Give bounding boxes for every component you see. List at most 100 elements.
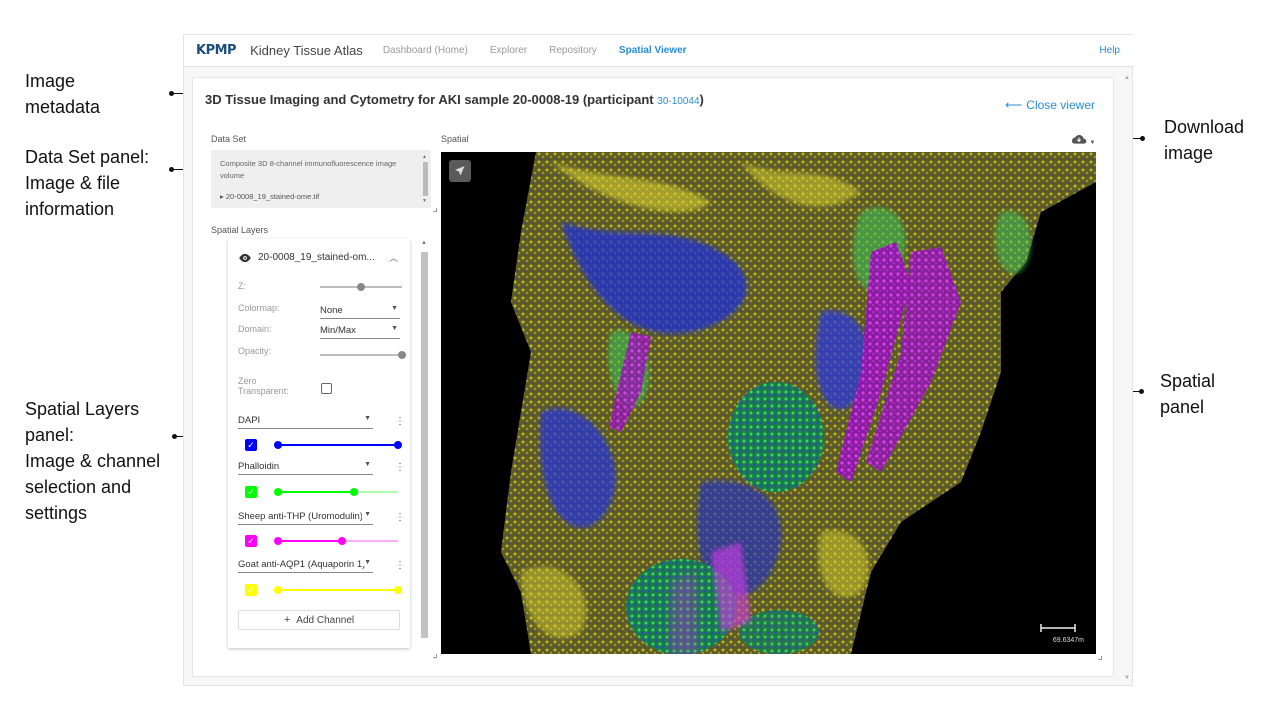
z-label: Z: (238, 281, 246, 291)
channel-visibility-checkbox[interactable]: ✓ (245, 584, 257, 596)
opacity-slider-handle[interactable] (398, 351, 406, 359)
channel-name: Phalloidin (238, 461, 280, 472)
callout-line: Spatial (1160, 371, 1216, 391)
zero-transparent-label: Zero Transparent: (238, 376, 289, 396)
channel-name: Goat anti-AQP1 (Aquaporin 1) (238, 559, 366, 570)
callout-layers-panel: Spatial Layers panel: Image & channel se… (25, 396, 160, 526)
close-viewer-button[interactable]: ⟵ Close viewer (1005, 98, 1095, 112)
cloud-download-icon (1072, 135, 1087, 144)
page-scroll-up-icon[interactable]: ▲ (1124, 75, 1130, 81)
callout-line: selection and (25, 477, 132, 497)
callout-line: panel: (25, 425, 75, 445)
scroll-up-icon[interactable]: ▲ (422, 154, 427, 160)
spatial-viewer-canvas[interactable]: 69.6347m (441, 152, 1096, 654)
channel-range-high-handle[interactable] (349, 488, 358, 496)
opacity-slider[interactable] (320, 354, 402, 356)
nav-link-repository[interactable]: Repository (549, 45, 597, 56)
callout-line: Download (1164, 117, 1245, 137)
dataset-panel: Composite 3D 8-channel immunofluorescenc… (211, 150, 431, 208)
dataset-scrollbar[interactable]: ▲ ▼ (422, 154, 429, 204)
caret-down-icon: ▼ (362, 415, 371, 422)
channel-select[interactable]: DAPI ▼ (238, 415, 373, 429)
scale-bar-label: 69.6347m (1052, 637, 1084, 644)
channel-range-slider[interactable] (278, 491, 398, 493)
navigation-tool-button[interactable] (449, 160, 471, 182)
title-text: 3D Tissue Imaging and Cytometry for AKI … (205, 92, 654, 107)
channel-select[interactable]: Sheep anti-THP (Uromodulin) ▼ (238, 511, 373, 525)
layers-scrollbar[interactable]: ▲ (419, 240, 429, 650)
more-vert-icon[interactable]: ⋮ (395, 462, 405, 473)
callout-line: information (25, 199, 115, 219)
title-close: ) (699, 92, 704, 107)
colormap-select[interactable]: None ▼ (320, 305, 400, 319)
arrow-left-icon: ⟵ (1005, 98, 1023, 112)
caret-down-icon: ▼ (362, 559, 371, 566)
scroll-thumb[interactable] (423, 162, 428, 196)
channel-range-slider[interactable] (278, 589, 398, 591)
channel-select[interactable]: Phalloidin ▼ (238, 461, 373, 475)
nav-link-dashboard[interactable]: Dashboard (Home) (383, 45, 468, 56)
navigation-arrow-icon (455, 166, 465, 176)
channel-range-low-handle[interactable] (274, 537, 282, 545)
download-image-button[interactable]: ▼ (1071, 134, 1095, 146)
callout-line: metadata (25, 97, 101, 117)
zero-transparent-checkbox[interactable] (321, 383, 332, 394)
plus-icon: + (283, 614, 291, 626)
dataset-label: Data Set (211, 134, 247, 144)
channel-name: Sheep anti-THP (Uromodulin) (238, 511, 363, 522)
nav-link-spatial-viewer[interactable]: Spatial Viewer (619, 45, 687, 56)
caret-down-icon: ▼ (362, 461, 371, 468)
callout-dot (1140, 136, 1145, 141)
caret-down-icon: ▼ (391, 305, 398, 312)
close-viewer-label: Close viewer (1026, 98, 1095, 112)
callout-line: Image (25, 71, 76, 91)
channel-range-low-handle[interactable] (274, 586, 282, 594)
page-scroll-down-icon[interactable]: ▼ (1124, 675, 1130, 681)
callout-line: image (1164, 143, 1214, 163)
app-title: Kidney Tissue Atlas (250, 43, 363, 58)
kpmp-logo[interactable]: KPMP (196, 43, 237, 58)
callout-line: panel (1160, 397, 1205, 417)
dataset-file-item[interactable]: ▸ 20-0008_19_stained-ome.tif (220, 192, 319, 201)
more-vert-icon[interactable]: ⋮ (395, 560, 405, 571)
channel-range-high-handle[interactable] (394, 586, 402, 594)
scroll-thumb[interactable] (421, 252, 428, 638)
channel-visibility-checkbox[interactable]: ✓ (245, 535, 257, 547)
callout-line: Image & file (25, 173, 121, 193)
callout-download: Download image (1164, 114, 1244, 166)
add-channel-label: Add Channel (296, 614, 355, 626)
caret-down-icon: ▼ (391, 325, 398, 332)
resize-handle[interactable] (1098, 656, 1102, 660)
resize-handle[interactable] (433, 654, 437, 658)
layer-header: 20-0008_19_stained-om... ︿ (238, 251, 398, 264)
nav-link-explorer[interactable]: Explorer (490, 45, 527, 56)
figure-root: Image metadata Data Set panel: Image & f… (0, 0, 1280, 720)
resize-handle[interactable] (433, 208, 437, 212)
more-vert-icon[interactable]: ⋮ (395, 512, 405, 523)
domain-select[interactable]: Min/Max ▼ (320, 325, 400, 339)
channel-visibility-checkbox[interactable]: ✓ (245, 486, 257, 498)
caret-down-icon: ▼ (362, 511, 371, 518)
channel-range-low-handle[interactable] (274, 488, 282, 496)
more-vert-icon[interactable]: ⋮ (395, 416, 405, 427)
dataset-description: Composite 3D 8-channel immunofluorescenc… (220, 159, 397, 180)
channel-range-slider[interactable] (278, 444, 398, 446)
callout-dot (1139, 389, 1144, 394)
spatial-layers-panel: 20-0008_19_stained-om... ︿ Z: Colormap: … (228, 239, 410, 648)
channel-range-low-handle[interactable] (274, 441, 282, 449)
add-channel-button[interactable]: + Add Channel (238, 610, 400, 630)
channel-select[interactable]: Goat anti-AQP1 (Aquaporin 1) ▼ (238, 559, 373, 573)
participant-link[interactable]: 30-10044 (657, 96, 699, 107)
channel-range-high-handle[interactable] (337, 537, 346, 545)
scroll-up-icon[interactable]: ▲ (421, 240, 427, 246)
z-slider-handle[interactable] (357, 283, 365, 291)
chevron-up-icon[interactable]: ︿ (389, 251, 398, 264)
dataset-file-name: 20-0008_19_stained-ome.tif (225, 192, 320, 201)
channel-range-high-handle[interactable] (394, 441, 402, 449)
eye-icon[interactable] (238, 253, 252, 263)
layer-name: 20-0008_19_stained-om... (258, 252, 375, 263)
callout-image-metadata: Image metadata (25, 68, 100, 120)
channel-visibility-checkbox[interactable]: ✓ (245, 439, 257, 451)
scroll-down-icon[interactable]: ▼ (422, 198, 427, 204)
help-link[interactable]: Help (1099, 45, 1120, 56)
